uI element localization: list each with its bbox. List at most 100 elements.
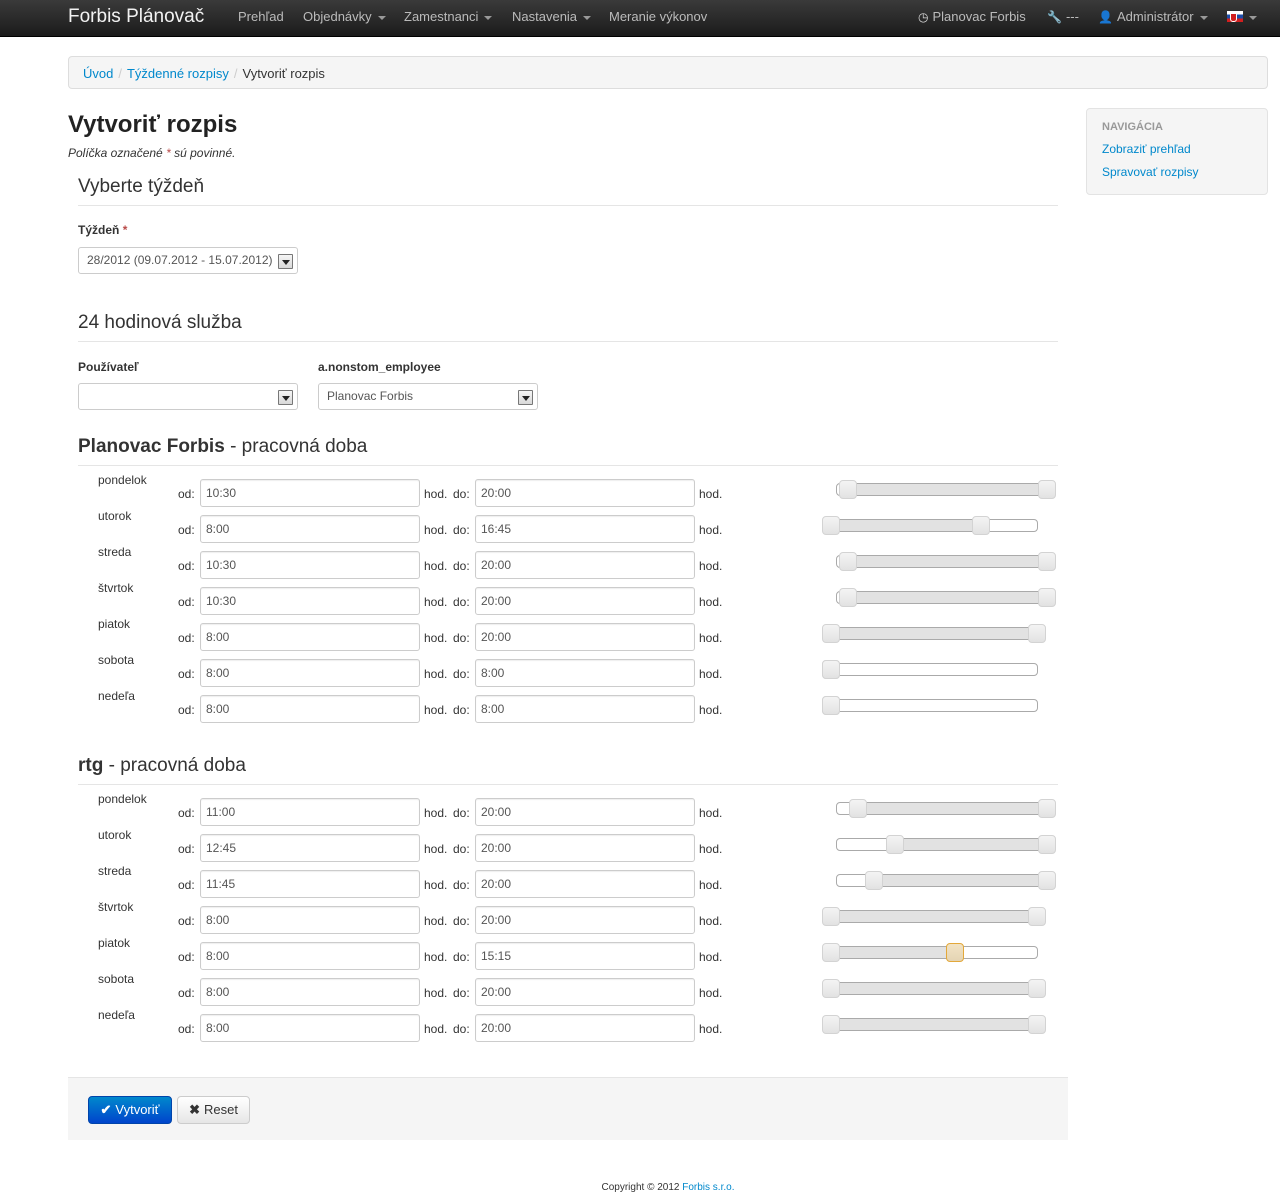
- time-from-input[interactable]: 8:00: [200, 942, 420, 970]
- time-from-input[interactable]: 8:00: [200, 1014, 420, 1042]
- nav-planner[interactable]: ◷ Planovac Forbis: [918, 9, 1026, 24]
- time-range-slider[interactable]: [836, 588, 1056, 607]
- time-range-slider[interactable]: [836, 799, 1056, 818]
- side-nav-header: Navigácia: [1102, 121, 1163, 133]
- slider-handle-from[interactable]: [849, 799, 867, 818]
- nav-item-settings[interactable]: Nastavenia: [512, 9, 592, 24]
- day-label: sobota: [98, 972, 135, 986]
- slider-handle-from[interactable]: [822, 943, 840, 962]
- time-range-slider[interactable]: [822, 696, 1038, 715]
- breadcrumb-weekly-schedules[interactable]: Týždenné rozpisy: [127, 66, 229, 81]
- slider-handle-from[interactable]: [822, 1015, 840, 1034]
- slider-handle-to[interactable]: [1038, 552, 1056, 571]
- time-range-slider[interactable]: [836, 871, 1056, 890]
- time-to-input[interactable]: 20:00: [475, 870, 695, 898]
- slider-handle-from[interactable]: [885, 835, 904, 854]
- slider-handle-to[interactable]: [822, 696, 840, 715]
- time-from-input[interactable]: 8:00: [200, 623, 420, 651]
- nav-item-employees[interactable]: Zamestnanci: [404, 9, 493, 24]
- side-nav-show-overview[interactable]: Zobraziť prehľad: [1102, 142, 1252, 156]
- time-to-input[interactable]: 20:00: [475, 551, 695, 579]
- week-select[interactable]: 28/2012 (09.07.2012 - 15.07.2012): [78, 247, 298, 274]
- time-to-input[interactable]: 20:00: [475, 906, 695, 934]
- slider-handle-to[interactable]: [1028, 979, 1046, 998]
- time-from-input[interactable]: 12:45: [200, 834, 420, 862]
- time-to-input[interactable]: 20:00: [475, 798, 695, 826]
- breadcrumb-home[interactable]: Úvod: [83, 66, 113, 81]
- time-range-slider[interactable]: [822, 660, 1038, 679]
- time-from-input[interactable]: 10:30: [200, 479, 420, 507]
- slider-handle-from[interactable]: [822, 516, 840, 535]
- hours-label: hod.: [424, 806, 448, 820]
- slider-handle-from[interactable]: [864, 871, 883, 890]
- to-label: do:: [453, 523, 470, 537]
- time-from-input[interactable]: 8:00: [200, 659, 420, 687]
- slider-handle-to[interactable]: [1028, 1015, 1046, 1034]
- time-to-input[interactable]: 15:15: [475, 942, 695, 970]
- slider-handle-to[interactable]: [1038, 835, 1056, 854]
- slider-handle-from[interactable]: [838, 588, 857, 607]
- time-from-input[interactable]: 11:00: [200, 798, 420, 826]
- time-from-input[interactable]: 8:00: [200, 978, 420, 1006]
- time-to-input[interactable]: 20:00: [475, 978, 695, 1006]
- slider-handle-to[interactable]: [1028, 624, 1046, 643]
- slider-handle-to[interactable]: [822, 660, 840, 679]
- slider-handle-to[interactable]: [972, 516, 991, 535]
- time-to-input[interactable]: 16:45: [475, 515, 695, 543]
- slider-handle-from[interactable]: [822, 979, 840, 998]
- slider-handle-to[interactable]: [1028, 907, 1046, 926]
- time-to-input[interactable]: 8:00: [475, 659, 695, 687]
- employee-label: a.nonstom_employee: [318, 360, 441, 374]
- time-from-input[interactable]: 8:00: [200, 906, 420, 934]
- nav-item-orders[interactable]: Objednávky: [303, 9, 386, 24]
- time-range-slider[interactable]: [822, 516, 1038, 535]
- slider-handle-from[interactable]: [838, 480, 857, 499]
- time-to-input[interactable]: 20:00: [475, 623, 695, 651]
- time-to-input[interactable]: 20:00: [475, 587, 695, 615]
- side-nav-manage-schedules[interactable]: Spravovať rozpisy: [1102, 165, 1252, 179]
- create-button[interactable]: ✔ Vytvoriť: [88, 1096, 172, 1124]
- from-label: od:: [178, 703, 195, 717]
- time-range-slider[interactable]: [836, 480, 1056, 499]
- reset-button[interactable]: ✖ Reset: [177, 1096, 250, 1124]
- slider-handle-from[interactable]: [838, 552, 857, 571]
- user-select[interactable]: [78, 383, 298, 410]
- time-to-input[interactable]: 20:00: [475, 1014, 695, 1042]
- nav-item-overview[interactable]: Prehľad: [238, 9, 284, 24]
- slider-handle-to[interactable]: [946, 943, 965, 962]
- time-range-slider[interactable]: [822, 907, 1046, 926]
- employee-select[interactable]: Planovac Forbis: [318, 383, 538, 410]
- slider-handle-to[interactable]: [1038, 480, 1056, 499]
- time-range-slider[interactable]: [836, 835, 1056, 854]
- chevron-down-icon: [518, 390, 533, 405]
- slider-handle-to[interactable]: [1038, 871, 1056, 890]
- nav-language[interactable]: [1227, 9, 1257, 24]
- time-range-slider[interactable]: [822, 943, 1038, 962]
- hours-label: hod.: [699, 487, 723, 501]
- time-range-slider[interactable]: [822, 1015, 1046, 1034]
- time-from-input[interactable]: 11:45: [200, 870, 420, 898]
- time-from-input[interactable]: 10:30: [200, 587, 420, 615]
- time-to-input[interactable]: 20:00: [475, 479, 695, 507]
- slider-handle-from[interactable]: [822, 907, 840, 926]
- slider-handle-to[interactable]: [1038, 799, 1056, 818]
- footer-company-link[interactable]: Forbis s.r.o.: [682, 1182, 734, 1193]
- side-navigation: Navigácia Zobraziť prehľad Spravovať roz…: [1086, 108, 1268, 195]
- brand-logo[interactable]: Forbis Plánovač: [68, 6, 204, 28]
- time-from-input[interactable]: 8:00: [200, 695, 420, 723]
- nav-tools[interactable]: 🔧 ---: [1047, 9, 1079, 24]
- slider-range: [847, 592, 1047, 603]
- time-from-input[interactable]: 10:30: [200, 551, 420, 579]
- nav-item-performance[interactable]: Meranie výkonov: [609, 9, 707, 24]
- time-to-input[interactable]: 8:00: [475, 695, 695, 723]
- nav-user[interactable]: 👤 Administrátor: [1098, 9, 1208, 24]
- time-range-slider[interactable]: [822, 624, 1046, 643]
- time-from-input[interactable]: 8:00: [200, 515, 420, 543]
- slider-handle-from[interactable]: [822, 624, 840, 643]
- time-to-input[interactable]: 20:00: [475, 834, 695, 862]
- schedule-title: Planovac Forbis - pracovná doba: [78, 436, 1058, 466]
- time-range-slider[interactable]: [822, 979, 1046, 998]
- slider-handle-to[interactable]: [1038, 588, 1056, 607]
- time-range-slider[interactable]: [836, 552, 1056, 571]
- from-label: od:: [178, 806, 195, 820]
